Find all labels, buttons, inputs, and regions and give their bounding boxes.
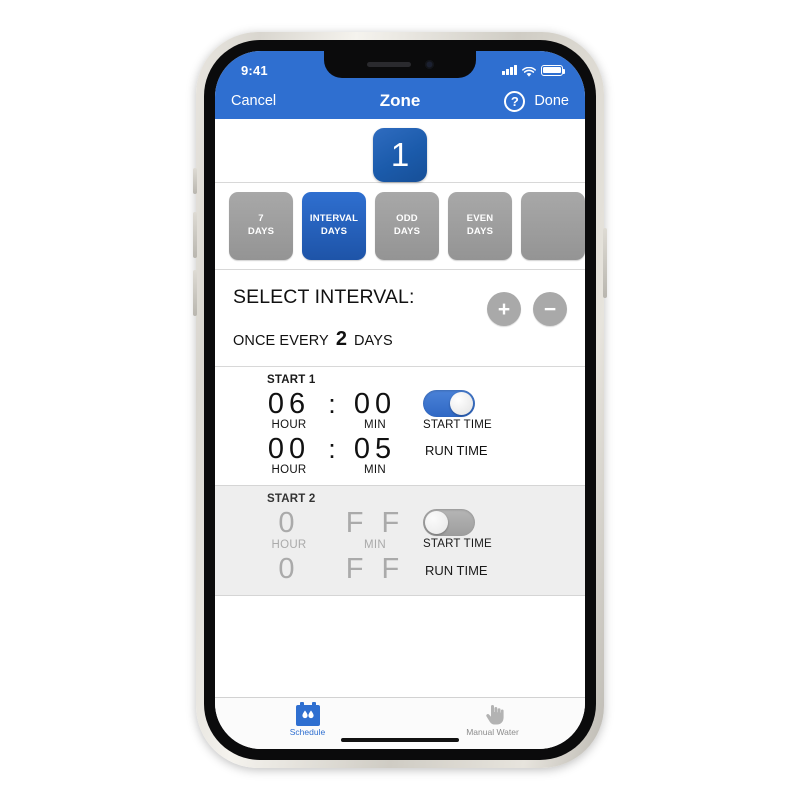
interval-value: 2 (335, 328, 347, 350)
run-time-label: RUN TIME (425, 443, 488, 459)
phone-screen: 9:41 Cancel Zone ? Done 1 7 DAYS INTERVA… (215, 51, 585, 749)
notch (324, 51, 476, 78)
start-time-min-value: F F (345, 507, 405, 540)
schedule-mode-tabs[interactable]: 7 DAYS INTERVAL DAYS ODD DAYS EVEN DAYS (215, 183, 585, 270)
run-time-min-unit: MIN (364, 464, 386, 477)
mode-tab-2[interactable]: ODD DAYS (375, 192, 439, 260)
start-time-min-column[interactable]: F F MIN (341, 506, 409, 550)
start-time-label: START TIME (423, 538, 492, 551)
run-time-min-column[interactable]: F F (341, 552, 409, 585)
run-time-row: 00 HOUR:05 MIN RUN TIME (215, 431, 585, 476)
interval-decrement-button[interactable]: − (533, 292, 567, 326)
mode-tab-3[interactable]: EVEN DAYS (448, 192, 512, 260)
volume-up-button[interactable] (193, 212, 197, 258)
done-button[interactable]: Done (534, 93, 569, 109)
select-interval-section: SELECT INTERVAL: ONCE EVERY 2 DAYS + − (215, 270, 585, 367)
earpiece-speaker (366, 62, 411, 67)
battery-full-icon (541, 64, 566, 76)
mode-tab-0[interactable]: 7 DAYS (229, 192, 293, 260)
run-time-min-column[interactable]: 05 MIN (341, 432, 409, 476)
start-time-hour-column[interactable]: 0 HOUR (255, 506, 323, 550)
start-time-min-value: 00 (353, 388, 397, 420)
tab-schedule-label: Schedule (289, 727, 326, 737)
time-separator: : (328, 389, 336, 419)
run-time-min-value: F F (345, 552, 405, 585)
start-blocks-container: START 1 06 HOUR:00 MIN START TIME 00 HOUR:05 MI… (215, 367, 585, 597)
start-time-toggle-group: START TIME (423, 506, 492, 550)
run-time-row: 0:F FRUN TIME (215, 551, 585, 587)
start-time-hour-unit: HOUR (271, 419, 307, 432)
schedule-calendar-droplets-icon (295, 702, 321, 726)
mode-tab-line1: 7 (258, 213, 264, 225)
run-time-hour-column[interactable]: 00 HOUR (255, 432, 323, 476)
front-camera-icon (424, 60, 434, 69)
mode-tab-4[interactable] (521, 192, 585, 260)
zone-selector-row: 1 (215, 119, 585, 183)
run-time-hour-unit: HOUR (271, 464, 307, 477)
screenshot-canvas: 9:41 Cancel Zone ? Done 1 7 DAYS INTERVA… (0, 0, 800, 800)
wifi-icon (522, 65, 536, 77)
tab-manual-water-label: Manual Water (466, 727, 519, 737)
start-time-toggle-group: START TIME (423, 387, 492, 431)
mode-tab-line2: DAYS (393, 226, 421, 237)
cellular-signal-icon (502, 65, 517, 75)
help-icon[interactable]: ? (504, 90, 526, 112)
start-time-label: START TIME (423, 419, 492, 431)
time-separator: : (328, 434, 336, 465)
mode-tab-line2: DAYS (466, 226, 494, 237)
start-block-1: START 1 06 HOUR:00 MIN START TIME 00 HOUR:05 MI… (215, 367, 585, 487)
mode-tab-line2: DAYS (247, 226, 275, 237)
interval-stepper: + − (487, 292, 567, 326)
start-block-title: START 1 (267, 374, 316, 386)
start-time-toggle[interactable] (423, 509, 475, 537)
tab-schedule[interactable]: Schedule (215, 702, 400, 737)
start-time-hour-value: 0 (278, 507, 300, 540)
cancel-button[interactable]: Cancel (231, 93, 276, 109)
run-time-min-value: 05 (353, 433, 397, 466)
status-bar-time: 9:41 (241, 62, 268, 78)
start-block-title: START 2 (267, 493, 316, 506)
once-every-row: ONCE EVERY 2 DAYS (233, 328, 567, 351)
start-time-min-column[interactable]: 00 MIN (341, 387, 409, 431)
status-bar-indicators (502, 61, 566, 77)
run-time-hour-value: 0 (278, 552, 300, 585)
tab-manual-water[interactable]: Manual Water (400, 702, 585, 737)
navbar-right-group: ? Done (504, 90, 569, 112)
start-time-row: 06 HOUR:00 MIN START TIME (215, 386, 585, 431)
mode-tab-line1: ODD (396, 213, 418, 225)
once-every-prefix: ONCE EVERY (233, 333, 329, 349)
once-every-suffix: DAYS (353, 333, 393, 349)
start-time-min-unit: MIN (364, 419, 386, 432)
power-button[interactable] (603, 228, 607, 298)
mode-tab-line1: EVEN (466, 213, 494, 225)
home-indicator[interactable] (341, 738, 459, 742)
start-block-2: START 20HOUR:F FMINSTART TIME0:F FRUN TI… (215, 486, 585, 597)
run-time-label: RUN TIME (425, 562, 488, 578)
run-time-hour-column[interactable]: 0 (255, 552, 323, 585)
pointing-hand-icon (480, 702, 506, 726)
mode-tab-line2: DAYS (320, 226, 348, 237)
toggle-knob (425, 511, 448, 535)
navigation-bar: Cancel Zone ? Done (215, 85, 585, 119)
start-time-hour-value: 06 (267, 388, 311, 420)
start-time-toggle[interactable] (423, 390, 475, 417)
mode-tab-line1: INTERVAL (309, 213, 359, 225)
volume-down-button[interactable] (193, 270, 197, 316)
interval-increment-button[interactable]: + (487, 292, 521, 326)
run-time-hour-value: 00 (267, 433, 311, 466)
mode-tab-1[interactable]: INTERVAL DAYS (302, 192, 366, 260)
silent-switch[interactable] (193, 168, 197, 194)
start-time-hour-column[interactable]: 06 HOUR (255, 387, 323, 431)
toggle-knob (450, 392, 473, 415)
zone-number-badge[interactable]: 1 (373, 127, 427, 182)
start-time-hour-unit: HOUR (271, 538, 307, 551)
start-time-row: 0HOUR:F FMINSTART TIME (215, 505, 585, 550)
bottom-tab-bar: Schedule Manual Water (215, 697, 585, 749)
